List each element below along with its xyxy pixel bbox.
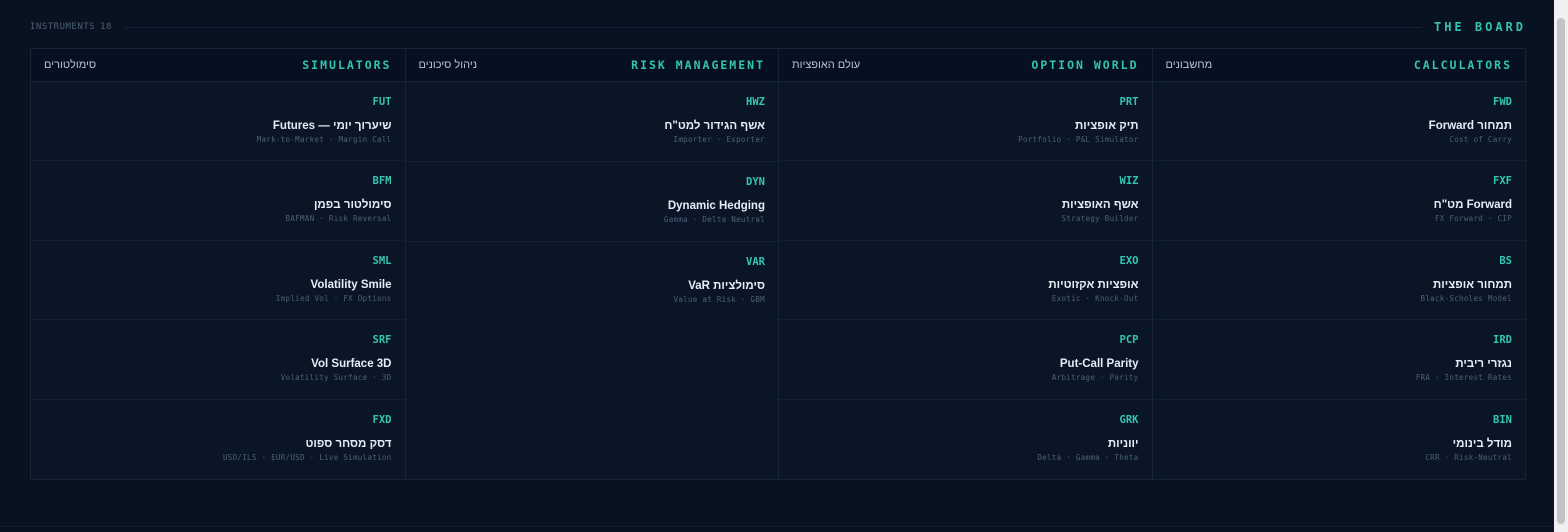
instrument-title: נגזרי ריבית <box>1455 358 1512 371</box>
instrument-subtitle: Gamma · Delta Neutral <box>663 215 765 224</box>
instrument-count-value: 18 <box>100 22 112 32</box>
column-header-risk-management: ניהול סיכונים RISK MANAGEMENT <box>405 49 778 82</box>
instrument-subtitle: Mark-to-Market · Margin Call <box>256 134 392 144</box>
instrument-subtitle: Arbitrage · Parity <box>1051 373 1139 383</box>
instrument-board: מחשבונים CALCULATORS FWD תמחור Forward C… <box>30 48 1526 480</box>
column-title-en: SIMULATORS <box>302 57 392 72</box>
instrument-card-dyn[interactable]: DYN Dynamic Hedging Gamma · Delta Neutra… <box>405 162 778 242</box>
instrument-title: שיערוך יומי — Futures <box>272 119 392 132</box>
instrument-subtitle: CRR · Risk-Neutral <box>1425 452 1512 462</box>
instrument-title: יווניות <box>1107 437 1139 450</box>
column-title-en: RISK MANAGEMENT <box>631 58 765 72</box>
instrument-code: IRD <box>1493 334 1512 347</box>
instrument-card-var[interactable]: VAR סימולציות VaR Value at Risk · GBM <box>406 242 779 322</box>
instrument-card-ird[interactable]: IRD נגזרי ריבית FRA · Interest Rates <box>1152 320 1525 400</box>
column-header-simulators: סימולטורים SIMULATORS <box>31 49 405 82</box>
instrument-code: FXD <box>372 413 392 426</box>
instrument-title: תיק אופציות <box>1075 119 1139 132</box>
instrument-code: BS <box>1499 254 1512 267</box>
instrument-code: SRF <box>372 334 392 347</box>
instrument-subtitle: Value at Risk · GBM <box>673 295 765 304</box>
instrument-subtitle: Black-Scholes Model <box>1420 293 1512 303</box>
column-option-world: עולם האופציות OPTION WORLD PRT תיק אופצי… <box>778 49 1152 479</box>
column-title-he: סימולטורים <box>44 58 97 71</box>
instrument-title: Volatility Smile <box>310 278 392 291</box>
instrument-code: SML <box>372 254 392 267</box>
instrument-title: Forward מט"ח <box>1433 199 1512 212</box>
instrument-subtitle: Exotic · Knock-Out <box>1051 293 1139 303</box>
instrument-title: סימולטור בפמן <box>313 199 392 212</box>
instrument-title: אשף הגידור למט"ח <box>664 120 765 132</box>
instrument-title: דסק מסחר ספוט <box>305 437 392 450</box>
instrument-title: תמחור אופציות <box>1433 278 1512 291</box>
board-title: THE BOARD <box>1433 20 1526 34</box>
instrument-code: FWD <box>1493 95 1512 108</box>
instrument-subtitle: FRA · Interest Rates <box>1415 373 1512 383</box>
instrument-title: Put-Call Parity <box>1059 358 1139 371</box>
column-title-he: מחשבונים <box>1165 58 1213 71</box>
column-title-he: ניהול סיכונים <box>418 59 478 71</box>
instrument-subtitle: USD/ILS · EUR/USD · Live Simulation <box>222 452 392 462</box>
instrument-card-fxf[interactable]: FXF Forward מט"ח FX Forward · CIP <box>1152 161 1525 241</box>
instrument-code: FXF <box>1493 175 1512 188</box>
instrument-code: BIN <box>1493 413 1512 426</box>
instrument-title: אשף האופציות <box>1061 199 1139 212</box>
instrument-title: תמחור Forward <box>1428 119 1512 132</box>
instrument-card-bin[interactable]: BIN מודל בינומי CRR · Risk-Neutral <box>1153 400 1526 479</box>
footer-divider <box>0 526 1554 527</box>
board-header: INSTRUMENTS 18 THE BOARD <box>30 16 1526 38</box>
instrument-code: GRK <box>1119 413 1139 426</box>
instrument-code: HWZ <box>746 96 765 108</box>
instrument-code: PCP <box>1119 334 1139 347</box>
instrument-card-bs[interactable]: BS תמחור אופציות Black-Scholes Model <box>1152 241 1525 321</box>
column-header-calculators: מחשבונים CALCULATORS <box>1152 49 1525 82</box>
instrument-card-sml[interactable]: SML Volatility Smile Implied Vol · FX Op… <box>31 241 405 321</box>
instrument-code: FUT <box>372 95 392 108</box>
instrument-subtitle: Cost of Carry <box>1449 134 1512 144</box>
instrument-card-wiz[interactable]: WIZ אשף האופציות Strategy Builder <box>779 161 1152 241</box>
instrument-code: VAR <box>746 256 765 268</box>
instrument-card-pcp[interactable]: PCP Put-Call Parity Arbitrage · Parity <box>779 320 1152 400</box>
instrument-count: INSTRUMENTS 18 <box>30 22 112 32</box>
instrument-subtitle: Implied Vol · FX Options <box>275 293 392 303</box>
instrument-code: BFM <box>372 175 392 188</box>
column-risk-management: ניהול סיכונים RISK MANAGEMENT HWZ אשף הג… <box>404 49 779 479</box>
column-header-option-world: עולם האופציות OPTION WORLD <box>779 49 1152 82</box>
instrument-subtitle: FX Forward · CIP <box>1434 214 1512 224</box>
instrument-code: EXO <box>1119 254 1139 267</box>
instrument-code: DYN <box>746 176 765 188</box>
instrument-card-prt[interactable]: PRT תיק אופציות Portfolio · P&L Simulato… <box>779 82 1152 162</box>
instrument-subtitle: Volatility Surface · 3D <box>280 373 392 383</box>
instrument-count-label: INSTRUMENTS <box>30 22 96 32</box>
instrument-card-fut[interactable]: FUT שיערוך יומי — Futures Mark-to-Market… <box>31 82 405 162</box>
instrument-title: אופציות אקזוטיות <box>1048 278 1139 291</box>
instrument-card-exo[interactable]: EXO אופציות אקזוטיות Exotic · Knock-Out <box>779 241 1152 321</box>
instrument-card-grk[interactable]: GRK יווניות Delta · Gamma · Theta <box>779 400 1152 479</box>
vertical-scrollbar[interactable] <box>1554 0 1568 532</box>
instrument-title: מודל בינומי <box>1452 437 1512 450</box>
instrument-card-srf[interactable]: SRF Vol Surface 3D Volatility Surface · … <box>31 320 405 400</box>
instrument-title: סימולציות VaR <box>688 280 765 292</box>
column-title-en: OPTION WORLD <box>1031 57 1139 72</box>
instrument-subtitle: BAFMAN · Risk Reversal <box>285 214 392 224</box>
column-calculators: מחשבונים CALCULATORS FWD תמחור Forward C… <box>1151 49 1526 479</box>
instrument-card-fxd[interactable]: FXD דסק מסחר ספוט USD/ILS · EUR/USD · Li… <box>31 400 405 479</box>
instrument-title: Dynamic Hedging <box>667 200 765 212</box>
instrument-subtitle: Importer · Exporter <box>673 135 765 144</box>
scrollbar-thumb[interactable] <box>1557 18 1565 524</box>
instrument-subtitle: Strategy Builder <box>1061 214 1139 224</box>
instrument-code: PRT <box>1119 95 1139 108</box>
instrument-card-hwz[interactable]: HWZ אשף הגידור למט"ח Importer · Exporter <box>405 82 778 162</box>
instrument-card-fwd[interactable]: FWD תמחור Forward Cost of Carry <box>1152 82 1525 162</box>
column-title-en: CALCULATORS <box>1413 57 1512 72</box>
header-divider <box>123 26 1422 28</box>
instrument-subtitle: Delta · Gamma · Theta <box>1037 452 1139 462</box>
instrument-card-bfm[interactable]: BFM סימולטור בפמן BAFMAN · Risk Reversal <box>31 161 405 241</box>
instrument-subtitle: Portfolio · P&L Simulator <box>1018 134 1139 144</box>
instrument-title: Vol Surface 3D <box>311 358 392 371</box>
instrument-code: WIZ <box>1119 175 1139 188</box>
column-simulators: סימולטורים SIMULATORS FUT שיערוך יומי — … <box>31 49 405 479</box>
column-title-he: עולם האופציות <box>792 58 861 71</box>
